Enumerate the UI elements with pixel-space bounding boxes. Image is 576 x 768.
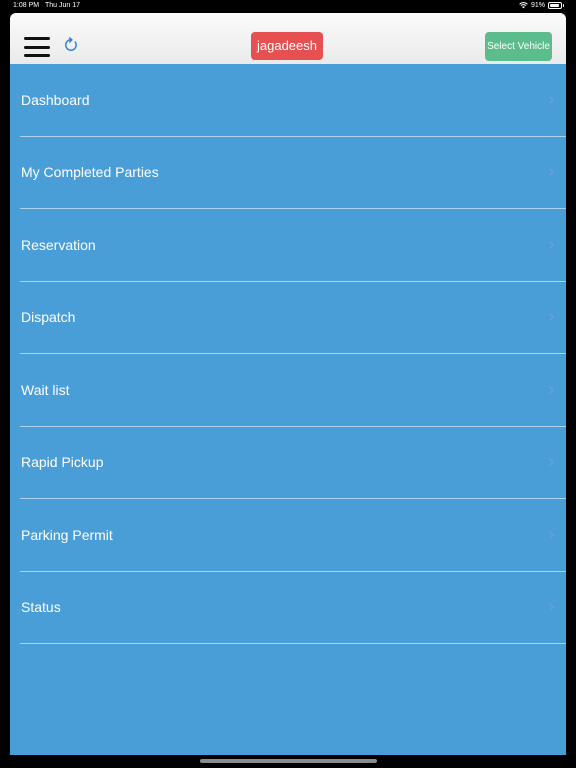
user-name-badge[interactable]: jagadeesh bbox=[251, 32, 323, 60]
battery-icon bbox=[548, 1, 564, 9]
status-bar: 1:08 PM Thu Jun 17 91% bbox=[0, 0, 576, 12]
menu-item-label: Rapid Pickup bbox=[21, 454, 104, 471]
chevron-right-icon bbox=[549, 530, 554, 539]
hamburger-menu-icon[interactable] bbox=[24, 37, 50, 57]
select-vehicle-button[interactable]: Select Vehicle bbox=[485, 32, 552, 61]
menu-item-reservation[interactable]: Reservation bbox=[20, 209, 566, 282]
menu-item-label: Reservation bbox=[21, 236, 96, 253]
chevron-right-icon bbox=[549, 458, 554, 467]
menu-item-wait-list[interactable]: Wait list bbox=[20, 354, 566, 427]
wifi-icon bbox=[519, 2, 528, 9]
menu-item-label: Wait list bbox=[21, 381, 70, 398]
app-window: jagadeesh Select Vehicle Dashboard My Com… bbox=[10, 13, 566, 755]
home-indicator[interactable] bbox=[200, 759, 377, 763]
menu-item-parking-permit[interactable]: Parking Permit bbox=[20, 499, 566, 572]
chevron-right-icon bbox=[549, 603, 554, 612]
chevron-right-icon bbox=[549, 95, 554, 104]
hamburger-bar bbox=[24, 54, 50, 57]
menu-item-dashboard[interactable]: Dashboard bbox=[20, 64, 566, 137]
side-menu-list: Dashboard My Completed Parties Reservation… bbox=[10, 64, 566, 644]
chevron-right-icon bbox=[549, 313, 554, 322]
top-toolbar: jagadeesh Select Vehicle bbox=[10, 13, 566, 64]
menu-item-my-completed-parties[interactable]: My Completed Parties bbox=[20, 137, 566, 209]
battery-fill bbox=[550, 3, 560, 7]
menu-item-label: Parking Permit bbox=[21, 526, 113, 543]
status-date: Thu Jun 17 bbox=[45, 2, 81, 9]
menu-item-label: Dispatch bbox=[21, 309, 76, 326]
hamburger-bar bbox=[24, 45, 50, 49]
battery-percent: 91% bbox=[530, 1, 545, 9]
chevron-right-icon bbox=[549, 168, 554, 177]
menu-item-rapid-pickup[interactable]: Rapid Pickup bbox=[20, 427, 566, 499]
menu-item-status[interactable]: Status bbox=[20, 572, 566, 644]
menu-item-label: My Completed Parties bbox=[21, 164, 159, 181]
menu-item-dispatch[interactable]: Dispatch bbox=[20, 282, 566, 354]
menu-item-label: Status bbox=[21, 599, 61, 616]
status-time: 1:08 PM bbox=[13, 2, 40, 9]
refresh-icon[interactable] bbox=[63, 37, 79, 53]
hamburger-bar bbox=[24, 37, 50, 40]
chevron-right-icon bbox=[549, 240, 554, 249]
status-right: 91% bbox=[519, 1, 564, 9]
chevron-right-icon bbox=[549, 385, 554, 394]
menu-item-label: Dashboard bbox=[21, 91, 90, 108]
